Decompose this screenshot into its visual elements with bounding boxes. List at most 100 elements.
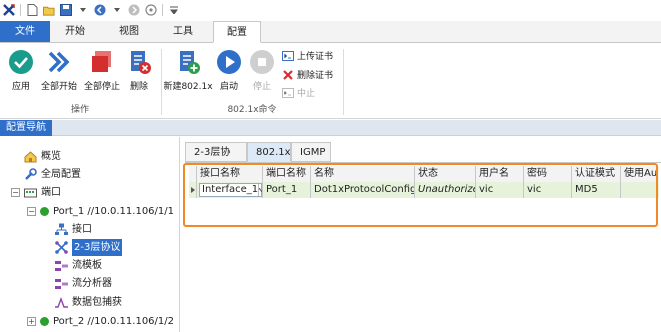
delete-cert-icon xyxy=(283,69,293,80)
stop-all-button[interactable]: 全部停止 xyxy=(80,49,124,92)
tab-tools[interactable]: 工具 xyxy=(160,21,206,42)
tree-item-overview[interactable]: 概览 xyxy=(24,148,61,165)
upload-cert-button[interactable]: 上传证书 xyxy=(282,49,333,62)
row-selector[interactable] xyxy=(189,182,197,198)
group-separator xyxy=(343,49,344,115)
cell-status[interactable]: Unauthorized xyxy=(415,182,476,198)
cell-auth-mode[interactable]: MD5 xyxy=(572,182,621,198)
port-status-dot xyxy=(40,317,49,326)
config-navigation-tab[interactable]: 配置导航 xyxy=(0,120,52,136)
abort-icon xyxy=(282,87,294,98)
column-header-auth-mode[interactable]: 认证模式 xyxy=(572,166,621,182)
open-folder-icon[interactable] xyxy=(43,4,55,16)
table-row[interactable]: Interface_1 Port_1 Dot1xProtocolConfig_1… xyxy=(189,182,659,198)
delete-icon xyxy=(131,51,151,74)
tab-file[interactable]: 文件 xyxy=(0,21,50,42)
stop-all-label: 全部停止 xyxy=(83,82,120,92)
back-icon[interactable] xyxy=(94,4,106,16)
column-header-username[interactable]: 用户名 xyxy=(476,166,524,182)
navigation-header: 配置导航 xyxy=(0,120,661,136)
apply-label: 应用 xyxy=(11,82,30,92)
cell-interface[interactable]: Interface_1 xyxy=(197,182,263,198)
stream-icon xyxy=(55,260,68,271)
tree-item-stream-analyzer[interactable]: 流分析器 xyxy=(55,275,112,292)
stop-all-icon xyxy=(92,51,111,72)
cell-port[interactable]: Port_1 xyxy=(263,182,311,198)
stop-icon xyxy=(250,50,274,74)
analyzer-icon xyxy=(55,278,68,289)
start-all-button[interactable]: 全部开始 xyxy=(37,49,81,92)
collapse-toggle[interactable]: − xyxy=(11,188,20,197)
new-8021x-icon xyxy=(180,51,200,74)
tab-protocol-2-3[interactable]: 2-3层协议 xyxy=(185,142,247,178)
tree-label: Port_2 //10.0.11.106/1/2 xyxy=(53,316,175,327)
column-header-status[interactable]: 状态 xyxy=(415,166,476,182)
interface-combobox[interactable]: Interface_1 xyxy=(199,183,262,197)
back-dropdown-icon[interactable] xyxy=(111,4,123,16)
tab-view[interactable]: 视图 xyxy=(106,21,152,42)
tab-8021x[interactable]: 802.1x xyxy=(247,142,291,162)
abort-label: 中止 xyxy=(297,89,316,99)
save-icon[interactable] xyxy=(60,4,72,16)
tree-item-port-2[interactable]: + Port_2 //10.0.11.106/1/2 xyxy=(27,313,174,330)
tree-label: 流模板 xyxy=(72,260,102,271)
cell-use-au[interactable] xyxy=(621,182,659,198)
delete-button[interactable]: 删除 xyxy=(119,49,159,92)
tree-item-global-config[interactable]: 全局配置 xyxy=(24,166,81,183)
column-header-name[interactable]: 名称 xyxy=(311,166,415,182)
qat-dropdown-icon[interactable] xyxy=(77,4,89,16)
new-8021x-label: 新建802.1x xyxy=(163,82,213,92)
tree-item-stream-template[interactable]: 流模板 xyxy=(55,257,102,274)
wrench-icon xyxy=(25,168,37,180)
qat-separator xyxy=(20,4,21,16)
tab-config[interactable]: 配置 xyxy=(213,21,261,43)
tree-item-port-1[interactable]: − Port_1 //10.0.11.106/1/1 xyxy=(27,203,174,220)
interface-icon xyxy=(55,223,68,235)
apply-icon xyxy=(9,50,33,74)
delete-cert-button[interactable]: 删除证书 xyxy=(282,68,333,81)
restore-icon[interactable] xyxy=(145,4,157,16)
tab-home[interactable]: 开始 xyxy=(52,21,98,42)
upload-cert-label: 上传证书 xyxy=(297,52,334,62)
column-header-port[interactable]: 端口名称 xyxy=(263,166,311,182)
stop-button[interactable]: 停止 xyxy=(240,49,284,92)
tree-item-packet-capture[interactable]: 数据包捕获 xyxy=(55,294,122,311)
new-file-icon[interactable] xyxy=(26,4,38,16)
column-header-interface[interactable]: 接口名称 xyxy=(197,166,263,182)
capture-icon xyxy=(55,296,68,308)
protocol-icon xyxy=(55,241,68,254)
tree-item-ports[interactable]: − 端口 xyxy=(11,184,61,201)
tree-label: 端口 xyxy=(41,187,61,198)
tree-label: 接口 xyxy=(72,224,92,235)
tree-label: 流分析器 xyxy=(72,278,112,289)
tree-item-interface[interactable]: 接口 xyxy=(55,221,92,238)
column-header-use-au[interactable]: 使用Au xyxy=(621,166,659,182)
port-status-dot xyxy=(40,207,49,216)
ribbon-panel: 应用 全部开始 全部停止 删除 操作 新建802.1x 启动 停止 上传证书 删… xyxy=(0,43,661,119)
ribbon-tab-bar: 文件 开始 视图 工具 配置 xyxy=(0,21,661,43)
interface-value: Interface_1 xyxy=(202,184,259,195)
start-label: 启动 xyxy=(219,82,238,92)
column-header-password[interactable]: 密码 xyxy=(524,166,572,182)
cell-name[interactable]: Dot1xProtocolConfig_1 xyxy=(311,182,415,198)
collapse-toggle[interactable]: − xyxy=(27,207,36,216)
tree-item-protocol-2-3[interactable]: 2-3层协议 xyxy=(55,239,123,256)
row-header-corner xyxy=(189,166,197,182)
qat-menu-icon[interactable] xyxy=(168,4,180,16)
start-all-label: 全部开始 xyxy=(40,82,77,92)
abort-button[interactable]: 中止 xyxy=(282,86,315,99)
delete-label: 删除 xyxy=(129,82,148,92)
tree-label: 全局配置 xyxy=(41,169,81,180)
expand-toggle[interactable]: + xyxy=(27,317,36,326)
stop-label: 停止 xyxy=(252,82,271,92)
tab-igmp[interactable]: IGMP xyxy=(291,142,331,162)
tree-label: 2-3层协议 xyxy=(72,239,123,256)
config-navigation-tree: 概览 全局配置 − 端口 − Port_1 //10.0.11.106/1/1 … xyxy=(0,137,180,332)
cell-username[interactable]: vic xyxy=(476,182,524,198)
forward-icon[interactable] xyxy=(128,4,140,16)
tree-label: 概览 xyxy=(41,151,61,162)
qat-separator xyxy=(162,4,163,16)
cell-password[interactable]: vic xyxy=(524,182,572,198)
tree-label: Port_1 //10.0.11.106/1/1 xyxy=(53,206,175,217)
delete-cert-label: 删除证书 xyxy=(297,71,334,81)
